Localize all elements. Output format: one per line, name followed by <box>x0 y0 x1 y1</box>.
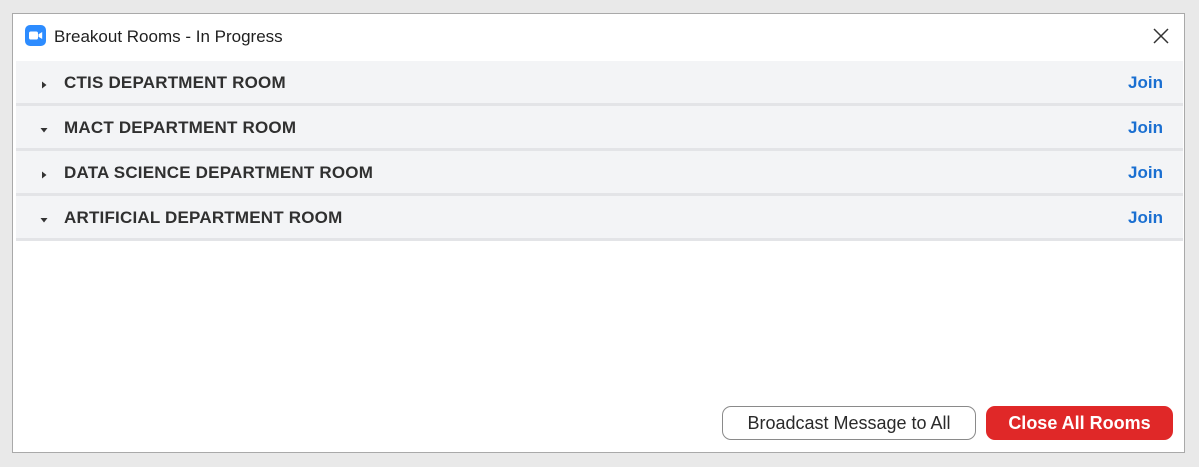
room-name: DATA SCIENCE DEPARTMENT ROOM <box>64 163 374 182</box>
caret-right-icon[interactable] <box>39 167 49 179</box>
caret-down-icon[interactable] <box>39 122 49 133</box>
broadcast-message-button[interactable]: Broadcast Message to All <box>722 406 976 440</box>
room-list: CTIS DEPARTMENT ROOM Join MACT DEPARTMEN… <box>16 61 1183 241</box>
join-button[interactable]: Join <box>1128 118 1163 138</box>
room-row[interactable]: DATA SCIENCE DEPARTMENT ROOM Join <box>16 151 1183 196</box>
room-row[interactable]: MACT DEPARTMENT ROOM Join <box>16 106 1183 151</box>
title-bar: Breakout Rooms - In Progress <box>13 14 1184 60</box>
close-icon[interactable] <box>1151 26 1171 46</box>
window-title: Breakout Rooms - In Progress <box>54 27 283 46</box>
zoom-camera-icon <box>25 25 46 46</box>
room-name: ARTIFICIAL DEPARTMENT ROOM <box>64 208 343 227</box>
room-name: MACT DEPARTMENT ROOM <box>64 118 297 137</box>
room-row[interactable]: CTIS DEPARTMENT ROOM Join <box>16 61 1183 106</box>
close-all-rooms-button[interactable]: Close All Rooms <box>986 406 1173 440</box>
room-row[interactable]: ARTIFICIAL DEPARTMENT ROOM Join <box>16 196 1183 241</box>
room-name: CTIS DEPARTMENT ROOM <box>64 73 286 92</box>
caret-down-icon[interactable] <box>39 212 49 223</box>
caret-right-icon[interactable] <box>39 77 49 89</box>
join-button[interactable]: Join <box>1128 163 1163 183</box>
join-button[interactable]: Join <box>1128 73 1163 93</box>
breakout-rooms-window: Breakout Rooms - In Progress CTIS DEPART… <box>12 13 1185 453</box>
join-button[interactable]: Join <box>1128 208 1163 228</box>
